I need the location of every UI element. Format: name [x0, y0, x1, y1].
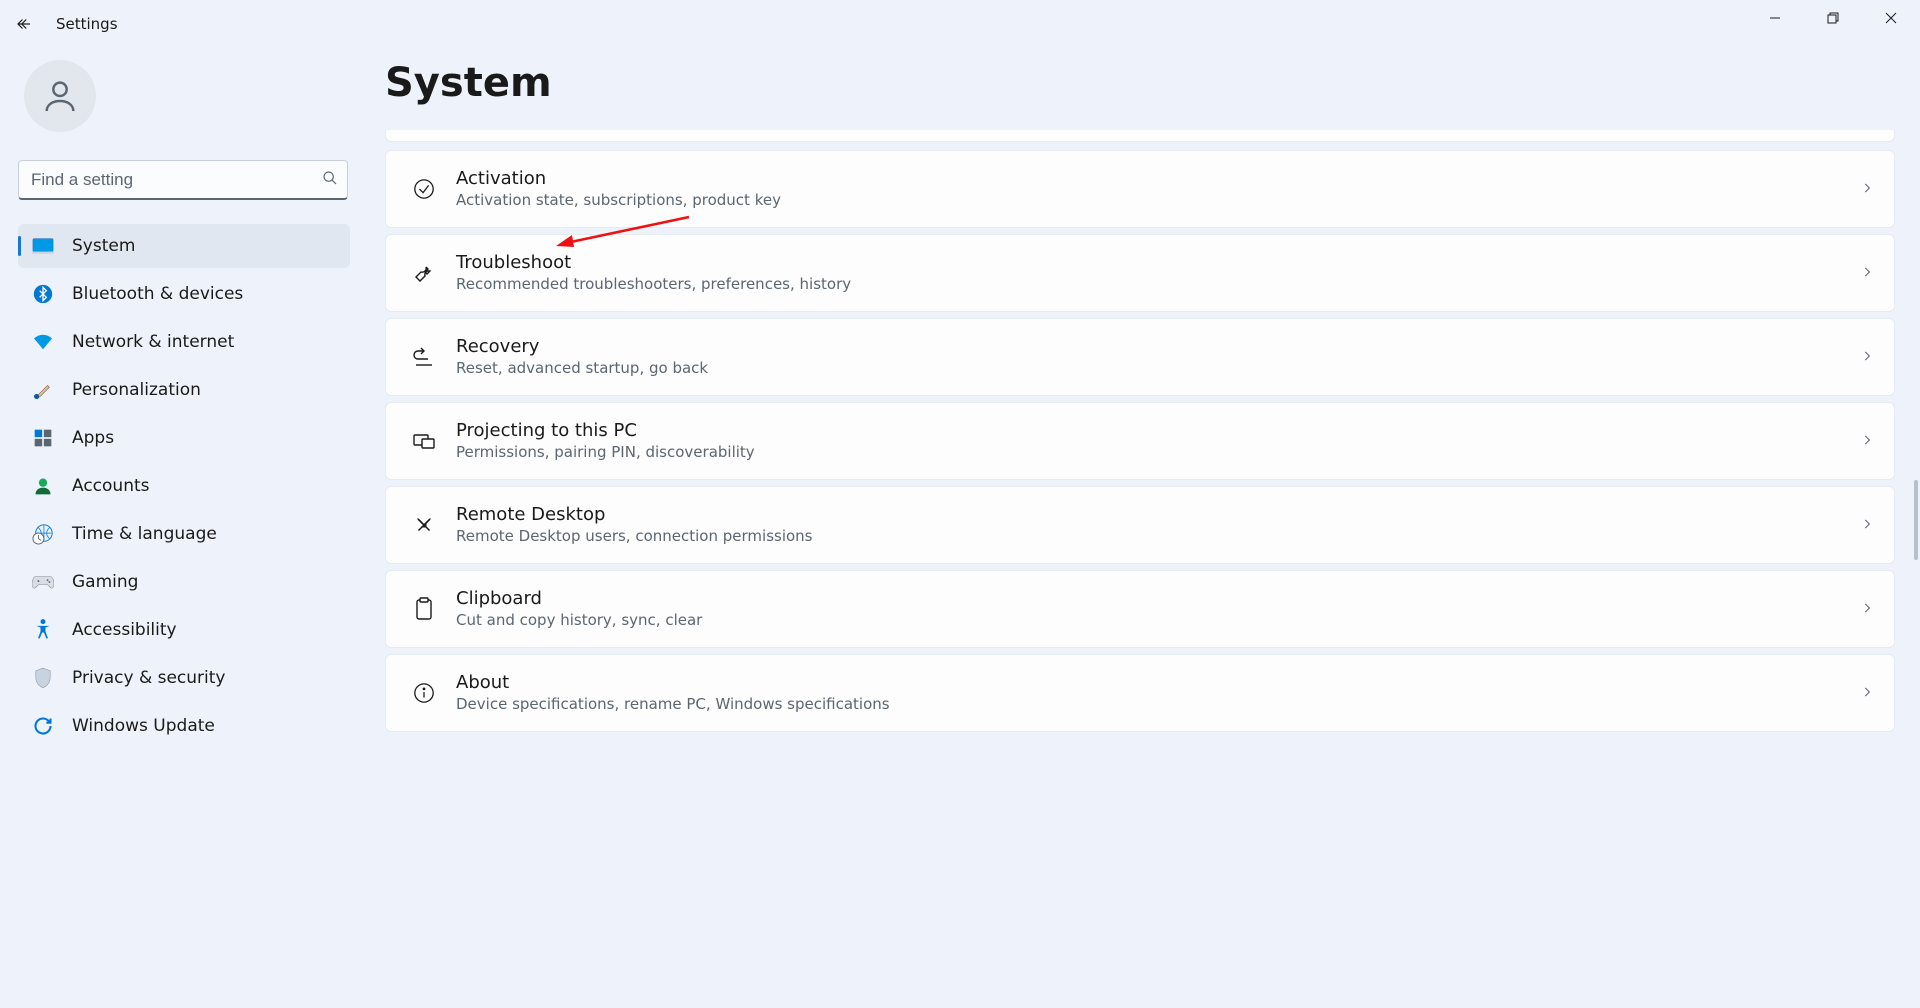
check-circle-icon: [406, 178, 442, 200]
sidebar-item-label: Bluetooth & devices: [72, 284, 243, 304]
card-title: Troubleshoot: [456, 251, 1860, 274]
sidebar-item-system[interactable]: System: [18, 224, 350, 268]
card-troubleshoot[interactable]: Troubleshoot Recommended troubleshooters…: [385, 234, 1895, 312]
avatar[interactable]: [24, 60, 96, 132]
sidebar-item-label: Apps: [72, 428, 114, 448]
sidebar-item-label: Network & internet: [72, 332, 234, 352]
update-icon: [32, 715, 54, 737]
chevron-right-icon: [1860, 432, 1874, 451]
chevron-right-icon: [1860, 600, 1874, 619]
arrow-left-icon: [15, 15, 33, 33]
sidebar-item-personalization[interactable]: Personalization: [18, 368, 350, 412]
sidebar-item-label: Windows Update: [72, 716, 215, 736]
sidebar-item-privacy[interactable]: Privacy & security: [18, 656, 350, 700]
card-subtitle: Recommended troubleshooters, preferences…: [456, 275, 1860, 295]
clock-globe-icon: [32, 523, 54, 545]
sidebar-item-label: Personalization: [72, 380, 201, 400]
sidebar-item-label: Time & language: [72, 524, 217, 544]
maximize-button[interactable]: [1804, 0, 1862, 36]
scrollbar-thumb[interactable]: [1914, 480, 1918, 560]
sidebar-item-bluetooth[interactable]: Bluetooth & devices: [18, 272, 350, 316]
info-circle-icon: [406, 682, 442, 704]
sidebar-item-label: Gaming: [72, 572, 138, 592]
sidebar-item-accounts[interactable]: Accounts: [18, 464, 350, 508]
title-bar: Settings: [0, 0, 1920, 48]
card-about[interactable]: About Device specifications, rename PC, …: [385, 654, 1895, 732]
wifi-icon: [32, 331, 54, 353]
clipboard-icon: [406, 597, 442, 621]
search-field-wrap: [18, 160, 348, 200]
card-clipboard[interactable]: Clipboard Cut and copy history, sync, cl…: [385, 570, 1895, 648]
app-title: Settings: [56, 15, 118, 33]
card-subtitle: Remote Desktop users, connection permiss…: [456, 527, 1860, 547]
close-icon: [1885, 12, 1897, 24]
card-title: Projecting to this PC: [456, 419, 1860, 442]
card-subtitle: Cut and copy history, sync, clear: [456, 611, 1860, 631]
search-input[interactable]: [18, 160, 348, 200]
shield-icon: [32, 667, 54, 689]
bluetooth-icon: [32, 283, 54, 305]
card-projecting[interactable]: Projecting to this PC Permissions, pairi…: [385, 402, 1895, 480]
sidebar-item-time-language[interactable]: Time & language: [18, 512, 350, 556]
brush-icon: [32, 379, 54, 401]
nav-list: System Bluetooth & devices Network & int…: [18, 224, 348, 748]
card-title: About: [456, 671, 1860, 694]
wrench-icon: [406, 261, 442, 285]
main-content: System Activation Activation state, subs…: [385, 60, 1895, 738]
card-subtitle: Device specifications, rename PC, Window…: [456, 695, 1860, 715]
back-button[interactable]: [0, 0, 48, 48]
person-icon: [40, 76, 80, 116]
card-partial-above[interactable]: [385, 130, 1895, 142]
apps-icon: [32, 427, 54, 449]
chevron-right-icon: [1860, 180, 1874, 199]
window-controls: [1746, 0, 1920, 36]
minimize-button[interactable]: [1746, 0, 1804, 36]
card-subtitle: Reset, advanced startup, go back: [456, 359, 1860, 379]
sidebar-item-accessibility[interactable]: Accessibility: [18, 608, 350, 652]
card-title: Remote Desktop: [456, 503, 1860, 526]
card-subtitle: Activation state, subscriptions, product…: [456, 191, 1860, 211]
page-title: System: [385, 60, 1895, 106]
sidebar-item-gaming[interactable]: Gaming: [18, 560, 350, 604]
system-icon: [32, 235, 54, 257]
sidebar-item-label: System: [72, 236, 135, 256]
gaming-icon: [32, 571, 54, 593]
sidebar-item-label: Accessibility: [72, 620, 177, 640]
accounts-icon: [32, 475, 54, 497]
card-recovery[interactable]: Recovery Reset, advanced startup, go bac…: [385, 318, 1895, 396]
sidebar-item-label: Privacy & security: [72, 668, 226, 688]
sidebar-item-network[interactable]: Network & internet: [18, 320, 350, 364]
sidebar-item-label: Accounts: [72, 476, 150, 496]
accessibility-icon: [32, 619, 54, 641]
close-button[interactable]: [1862, 0, 1920, 36]
chevron-right-icon: [1860, 348, 1874, 367]
sidebar-item-update[interactable]: Windows Update: [18, 704, 350, 748]
recovery-arrow-icon: [406, 347, 442, 367]
chevron-right-icon: [1860, 264, 1874, 283]
project-icon: [406, 431, 442, 451]
maximize-icon: [1827, 12, 1839, 24]
chevron-right-icon: [1860, 684, 1874, 703]
remote-icon: [406, 514, 442, 536]
card-title: Clipboard: [456, 587, 1860, 610]
card-activation[interactable]: Activation Activation state, subscriptio…: [385, 150, 1895, 228]
minimize-icon: [1769, 12, 1781, 24]
sidebar-item-apps[interactable]: Apps: [18, 416, 350, 460]
sidebar: System Bluetooth & devices Network & int…: [0, 60, 360, 752]
card-remote-desktop[interactable]: Remote Desktop Remote Desktop users, con…: [385, 486, 1895, 564]
card-subtitle: Permissions, pairing PIN, discoverabilit…: [456, 443, 1860, 463]
chevron-right-icon: [1860, 516, 1874, 535]
card-title: Recovery: [456, 335, 1860, 358]
card-title: Activation: [456, 167, 1860, 190]
